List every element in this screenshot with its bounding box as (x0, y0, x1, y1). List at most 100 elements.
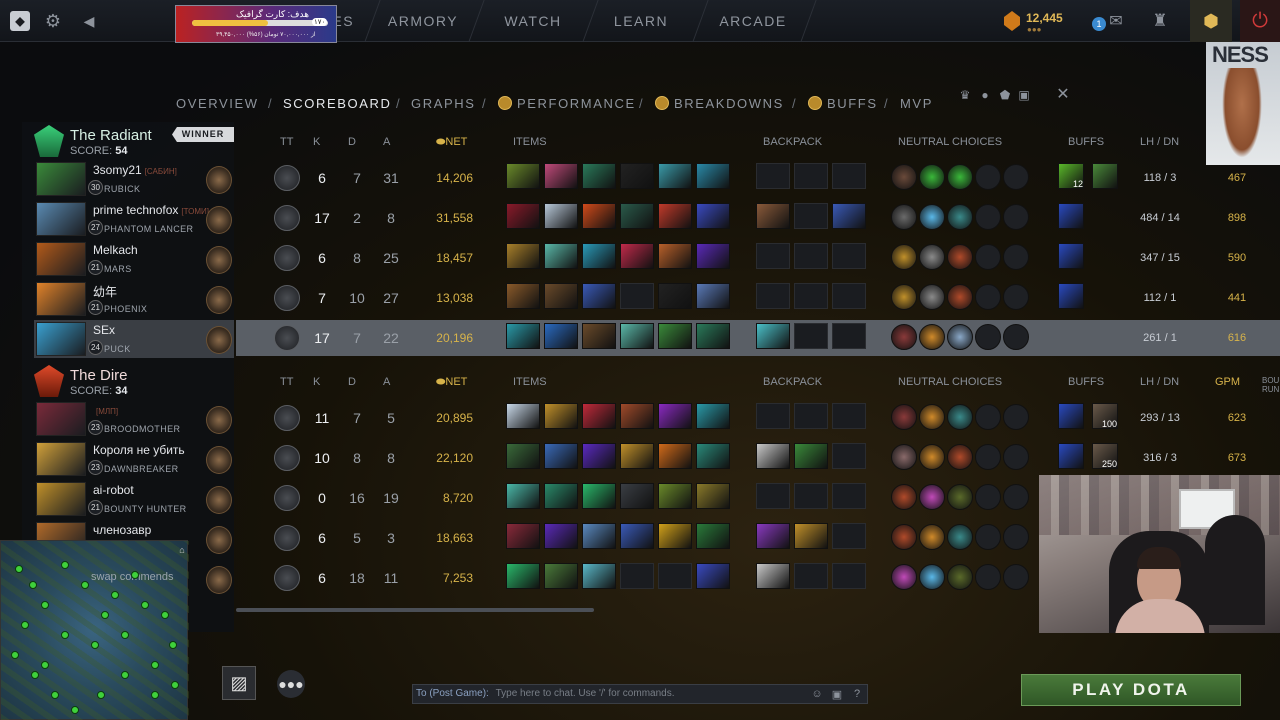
neutral-item-choice[interactable] (975, 284, 1001, 310)
neutral-item-choice[interactable] (891, 524, 917, 550)
item-slot[interactable] (582, 443, 616, 469)
item-slot[interactable] (696, 203, 730, 229)
player-name[interactable]: членозавр (93, 523, 154, 537)
power-icon[interactable]: ⏻ (1240, 0, 1280, 42)
item-slot[interactable] (544, 563, 578, 589)
item-slot[interactable] (620, 243, 654, 269)
talent-tree-icon[interactable] (274, 485, 300, 511)
item-slot[interactable] (506, 483, 540, 509)
item-slot[interactable] (658, 483, 692, 509)
neutral-item-choice[interactable] (1003, 564, 1029, 590)
horizontal-scrollbar[interactable] (236, 608, 594, 612)
neutral-item-choice[interactable] (947, 164, 973, 190)
item-slot[interactable] (506, 403, 540, 429)
party-icon[interactable]: ●●● (277, 670, 305, 698)
player-name[interactable]: prime technofox [ТОМИ] (93, 203, 209, 217)
tab-buffs[interactable]: BUFFS (808, 96, 878, 114)
backpack-slot[interactable] (794, 523, 828, 549)
table-row[interactable]: 11 7 5 20,895 100 293 / 13 623 (236, 400, 1280, 436)
neutral-item-choice[interactable] (947, 444, 973, 470)
item-slot[interactable] (658, 203, 692, 229)
mail-icon[interactable]: ✉ (1104, 12, 1128, 30)
back-arrow-icon[interactable]: ◀ (78, 10, 100, 32)
talent-tree-icon[interactable] (274, 165, 300, 191)
item-slot[interactable] (506, 163, 540, 189)
item-slot[interactable] (696, 443, 730, 469)
item-slot[interactable] (506, 443, 540, 469)
neutral-item-choice[interactable] (1003, 204, 1029, 230)
backpack-slot[interactable] (794, 203, 828, 229)
play-dota-button[interactable]: PLAY DOTA (1021, 674, 1241, 706)
hero-portrait[interactable] (36, 282, 86, 316)
item-slot[interactable] (620, 403, 654, 429)
player-card[interactable]: 30 3somy21 [САБИН] RUBICK (34, 160, 234, 198)
player-name[interactable]: ai-robot (93, 483, 137, 497)
player-card[interactable]: 21 幼年 PHOENIX (34, 280, 234, 318)
item-slot[interactable] (696, 403, 730, 429)
neutral-item-choice[interactable] (1003, 324, 1029, 350)
replay-icon[interactable]: ▣ (1017, 88, 1031, 102)
buff-icon[interactable] (1058, 403, 1084, 429)
backpack-slot[interactable] (794, 243, 828, 269)
backpack-slot[interactable] (794, 403, 828, 429)
table-row[interactable]: 7 10 27 13,038 112 / 1 441 (236, 280, 1280, 316)
tab-mvp[interactable]: MVP (900, 96, 933, 114)
player-card[interactable]: 21 Melkach MARS (34, 240, 234, 278)
item-slot[interactable] (582, 203, 616, 229)
backpack-slot[interactable] (756, 523, 790, 549)
backpack-slot[interactable] (794, 483, 828, 509)
neutral-item-choice[interactable] (975, 164, 1001, 190)
neutral-item-choice[interactable] (919, 284, 945, 310)
close-icon[interactable]: ✕ (1055, 86, 1071, 103)
backpack-slot[interactable] (832, 443, 866, 469)
item-slot[interactable] (658, 563, 692, 589)
talent-tree-icon[interactable] (274, 565, 300, 591)
item-slot[interactable] (506, 563, 540, 589)
backpack-slot[interactable] (756, 443, 790, 469)
talent-tree-icon[interactable] (274, 205, 300, 231)
neutral-item-choice[interactable] (975, 484, 1001, 510)
buff-icon[interactable] (1092, 163, 1118, 189)
talent-tree-icon[interactable] (274, 445, 300, 471)
backpack-slot[interactable] (832, 523, 866, 549)
neutral-item-choice[interactable] (947, 524, 973, 550)
table-row[interactable]: 17 7 22 20,196 261 / 1 616 (236, 320, 1280, 356)
talent-tree-icon[interactable] (274, 525, 300, 551)
buff-icon[interactable] (1058, 443, 1084, 469)
table-row[interactable]: 6 8 25 18,457 347 / 15 590 (236, 240, 1280, 276)
backpack-slot[interactable] (832, 163, 866, 189)
item-slot[interactable] (620, 523, 654, 549)
item-slot[interactable] (544, 403, 578, 429)
hero-portrait[interactable] (36, 482, 86, 516)
item-slot[interactable] (506, 523, 540, 549)
neutral-item-choice[interactable] (947, 244, 973, 270)
neutral-item-choice[interactable] (975, 204, 1001, 230)
neutral-item-choice[interactable] (919, 244, 945, 270)
hero-portrait[interactable] (36, 162, 86, 196)
neutral-item-choice[interactable] (947, 564, 973, 590)
item-slot[interactable] (696, 563, 730, 589)
item-slot[interactable] (506, 283, 540, 309)
backpack-slot[interactable] (832, 243, 866, 269)
neutral-item-choice[interactable] (919, 484, 945, 510)
backpack-slot[interactable] (756, 483, 790, 509)
neutral-item-choice[interactable] (891, 324, 917, 350)
neutral-item-choice[interactable] (919, 524, 945, 550)
neutral-item-choice[interactable] (947, 324, 973, 350)
home-icon[interactable]: ⌂ (177, 545, 187, 555)
neutral-item-choice[interactable] (891, 204, 917, 230)
neutral-item-choice[interactable] (891, 404, 917, 430)
neutral-item-choice[interactable] (891, 284, 917, 310)
backpack-slot[interactable] (832, 563, 866, 589)
neutral-item-choice[interactable] (891, 164, 917, 190)
neutral-item-choice[interactable] (1003, 484, 1029, 510)
item-slot[interactable] (620, 483, 654, 509)
item-slot[interactable] (696, 163, 730, 189)
hero-portrait[interactable] (36, 322, 86, 356)
item-slot[interactable] (696, 283, 730, 309)
item-slot[interactable] (506, 203, 540, 229)
item-slot[interactable] (582, 283, 616, 309)
backpack-slot[interactable] (794, 283, 828, 309)
neutral-item-choice[interactable] (975, 444, 1001, 470)
hero-portrait[interactable] (36, 442, 86, 476)
